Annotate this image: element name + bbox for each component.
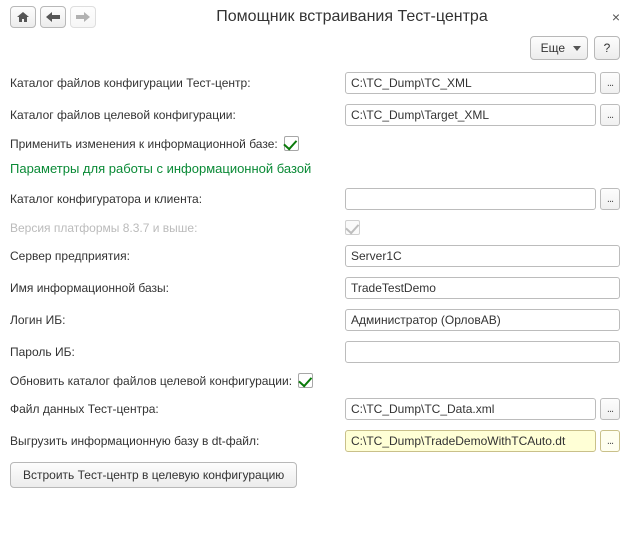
input-login[interactable] [345,309,620,331]
label-tc-data-file: Файл данных Тест-центра: [10,402,345,416]
home-button[interactable] [10,6,36,28]
label-dump-dt: Выгрузить информационную базу в dt-файл: [10,434,345,448]
row-ib-name: Имя информационной базы: [10,277,620,299]
titlebar: Помощник встраивания Тест-центра × [10,6,620,28]
label-tc-cfg-dir: Каталог файлов конфигурации Тест-центр: [10,76,345,90]
row-update-target-dir: Обновить каталог файлов целевой конфигур… [10,373,620,388]
window: Помощник встраивания Тест-центра × Еще ?… [0,0,630,498]
row-dump-dt: Выгрузить информационную базу в dt-файл:… [10,430,620,452]
input-ib-name[interactable] [345,277,620,299]
help-button[interactable]: ? [594,36,620,60]
label-cfg-client-dir: Каталог конфигуратора и клиента: [10,192,345,206]
label-ib-name: Имя информационной базы: [10,281,345,295]
back-button[interactable] [40,6,66,28]
section-heading-ib-params: Параметры для работы с информационной ба… [10,161,620,176]
label-apply-to-ib: Применить изменения к информационной баз… [10,137,284,151]
window-title: Помощник встраивания Тест-центра [100,8,604,26]
row-cfg-client-dir: Каталог конфигуратора и клиента: ... [10,188,620,210]
more-button[interactable]: Еще [530,36,588,60]
input-tc-data-file[interactable] [345,398,596,420]
label-server: Сервер предприятия: [10,249,345,263]
row-password: Пароль ИБ: [10,341,620,363]
picker-dump-dt[interactable]: ... [600,430,620,452]
picker-cfg-client-dir[interactable]: ... [600,188,620,210]
label-login: Логин ИБ: [10,313,345,327]
row-apply-to-ib: Применить изменения к информационной баз… [10,136,620,151]
input-tc-cfg-dir[interactable] [345,72,596,94]
label-platform-ver: Версия платформы 8.3.7 и выше: [10,221,345,235]
row-target-cfg-dir: Каталог файлов целевой конфигурации: ... [10,104,620,126]
label-update-target-dir: Обновить каталог файлов целевой конфигур… [10,374,298,388]
chevron-down-icon [573,46,581,51]
row-server: Сервер предприятия: [10,245,620,267]
picker-target-cfg-dir[interactable]: ... [600,104,620,126]
input-target-cfg-dir[interactable] [345,104,596,126]
forward-button[interactable] [70,6,96,28]
row-tc-data-file: Файл данных Тест-центра: ... [10,398,620,420]
checkbox-update-target-dir[interactable] [298,373,313,388]
input-dump-dt[interactable] [345,430,596,452]
embed-button[interactable]: Встроить Тест-центр в целевую конфигурац… [10,462,297,488]
checkbox-apply-to-ib[interactable] [284,136,299,151]
more-button-label: Еще [541,41,565,55]
row-login: Логин ИБ: [10,309,620,331]
input-cfg-client-dir[interactable] [345,188,596,210]
label-target-cfg-dir: Каталог файлов целевой конфигурации: [10,108,345,122]
close-icon[interactable]: × [604,9,620,25]
top-toolbar: Еще ? [10,36,620,60]
input-password[interactable] [345,341,620,363]
input-server[interactable] [345,245,620,267]
row-platform-ver: Версия платформы 8.3.7 и выше: [10,220,620,235]
picker-tc-data-file[interactable]: ... [600,398,620,420]
label-password: Пароль ИБ: [10,345,345,359]
embed-button-label: Встроить Тест-центр в целевую конфигурац… [23,468,284,482]
picker-tc-cfg-dir[interactable]: ... [600,72,620,94]
checkbox-platform-ver [345,220,360,235]
row-tc-cfg-dir: Каталог файлов конфигурации Тест-центр: … [10,72,620,94]
